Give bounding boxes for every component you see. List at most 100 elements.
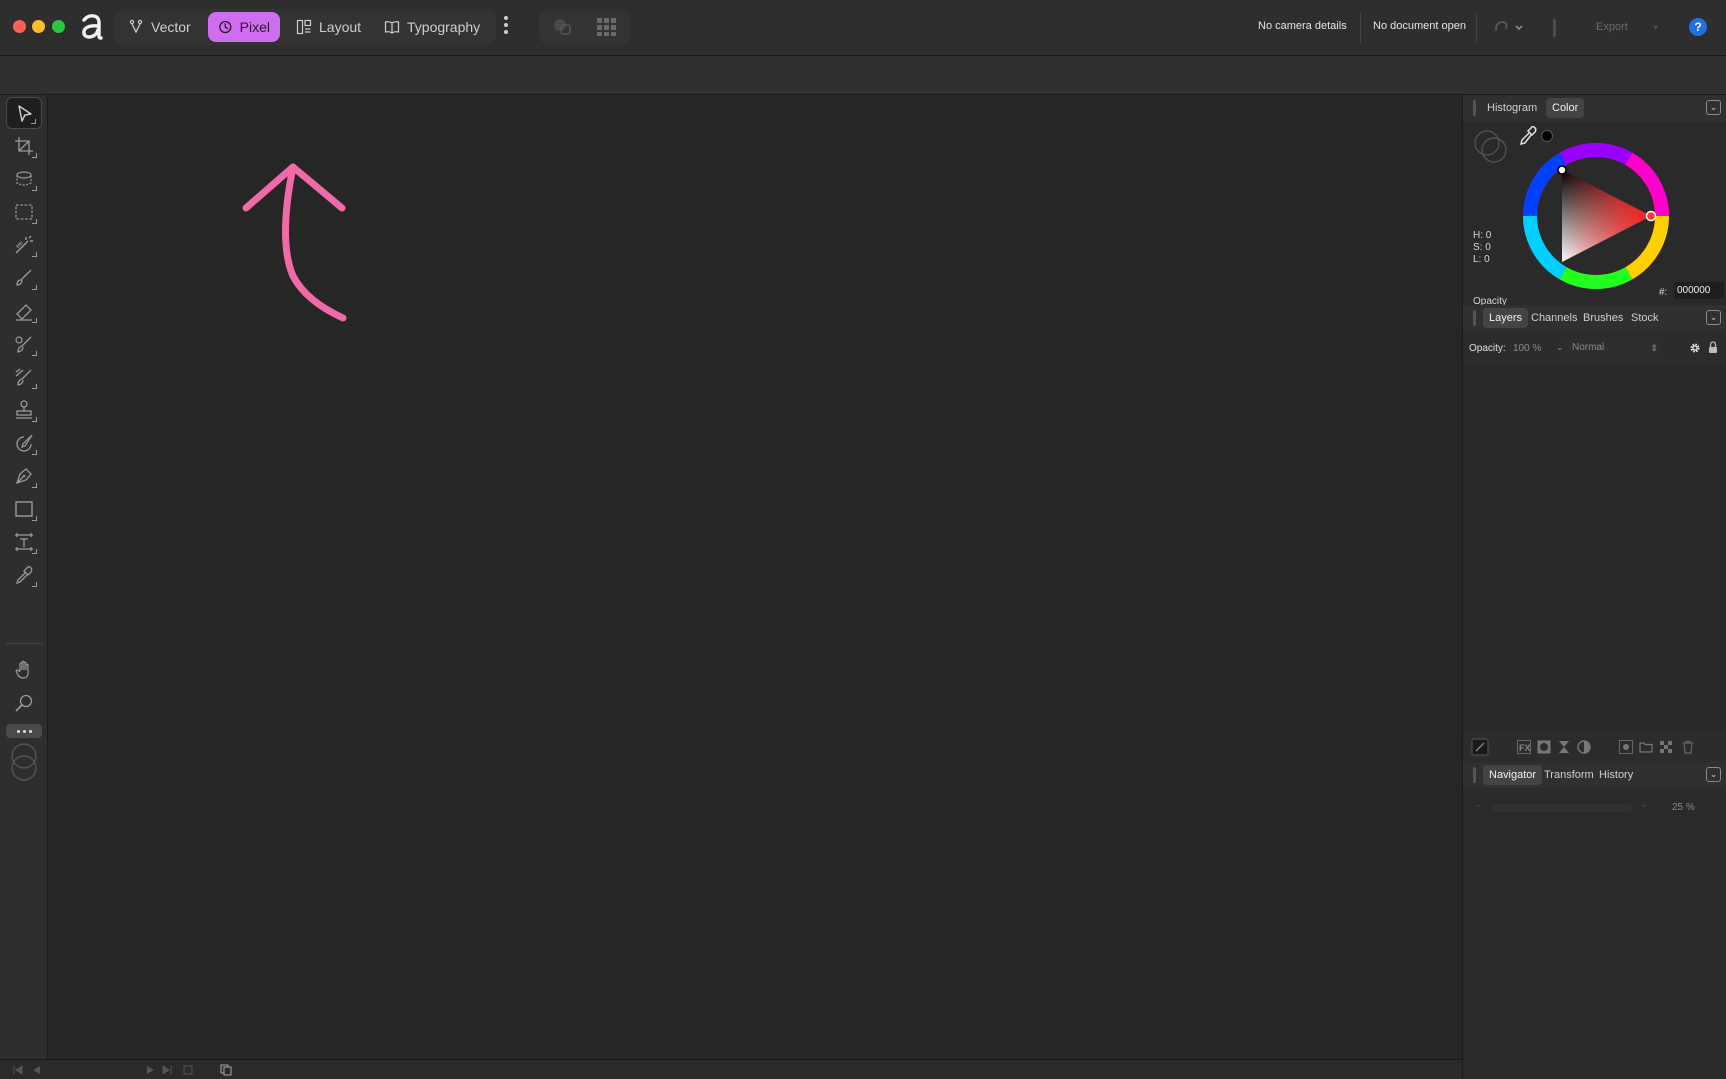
layer-settings-icon[interactable] — [1471, 738, 1489, 756]
tab-navigator[interactable]: Navigator — [1483, 765, 1543, 785]
play-icon[interactable] — [144, 1064, 156, 1076]
dodge-brush-tool[interactable] — [6, 328, 42, 360]
chevron-down-icon[interactable]: ⌄ — [1706, 767, 1721, 782]
color-swatches-icon[interactable] — [8, 743, 40, 783]
saturation-readout: S: 0 — [1473, 242, 1491, 253]
hourglass-icon[interactable] — [1557, 740, 1571, 754]
tab-history[interactable]: History — [1593, 765, 1639, 785]
maximize-window-button[interactable] — [52, 20, 65, 33]
hue-readout: H: 0 — [1473, 230, 1492, 241]
tab-histogram[interactable]: Histogram — [1481, 98, 1543, 118]
adjustment-layer-icon[interactable] — [1577, 740, 1591, 754]
marquee-icon — [15, 204, 33, 220]
panel-grip[interactable] — [1473, 100, 1476, 116]
zoom-out-icon[interactable]: − — [1475, 800, 1481, 812]
layout-grid-icon — [296, 19, 312, 35]
persona-layout-button[interactable]: Layout — [286, 12, 371, 42]
zoom-slider[interactable] — [1493, 804, 1633, 812]
tab-color[interactable]: Color — [1546, 98, 1585, 118]
panel-grip[interactable] — [1473, 310, 1476, 326]
inpainting-brush-tool[interactable] — [6, 427, 42, 459]
status-bar — [0, 1059, 1462, 1079]
zoom-tool[interactable] — [6, 687, 42, 719]
studio-toggle-group — [539, 9, 631, 45]
document-status-text: No document open — [1373, 20, 1466, 32]
snapping-grid-icon[interactable] — [595, 17, 617, 37]
canvas-area[interactable] — [48, 95, 1462, 1059]
hex-input[interactable]: 000000 — [1674, 282, 1724, 299]
export-button[interactable]: Export ▾ — [1562, 14, 1666, 40]
paint-brush-tool[interactable] — [6, 262, 42, 294]
tab-layers[interactable]: Layers — [1483, 308, 1529, 328]
smudge-brush-icon — [15, 368, 32, 386]
gear-icon[interactable] — [1689, 342, 1701, 354]
layer-opacity-value[interactable]: 100 % — [1513, 343, 1541, 354]
assistant-icon[interactable] — [552, 17, 574, 37]
hex-label: #: — [1659, 287, 1668, 298]
color-panel: H: 0 S: 0 L: 0 #: 000000 Opacity ⌄ — [1463, 121, 1726, 327]
selection-brush-tool[interactable] — [6, 163, 42, 195]
affinity-logo-icon[interactable] — [78, 11, 104, 41]
hand-icon — [15, 660, 29, 679]
rectangle-tool[interactable] — [6, 493, 42, 525]
tools-panel — [0, 95, 48, 1059]
tab-channels[interactable]: Channels — [1525, 308, 1583, 328]
chevron-updown-icon: ⇕ — [1650, 343, 1658, 353]
persona-typography-label: Typography — [407, 19, 481, 35]
context-toolbar — [0, 56, 1726, 95]
eyedropper-icon — [15, 566, 33, 585]
blend-mode-select[interactable]: Normal ⇕ — [1566, 338, 1662, 358]
mask-layer-icon[interactable] — [1537, 740, 1551, 754]
marquee-tool[interactable] — [6, 196, 42, 228]
navigator-panel-tabs: Navigator Transform History ⌄ — [1463, 762, 1726, 788]
tools-divider — [6, 643, 42, 644]
add-group-icon[interactable] — [1639, 740, 1653, 754]
zoom-value[interactable]: 25 % — [1672, 802, 1695, 813]
opacity-chevron-icon[interactable]: ⌄ — [1556, 342, 1564, 353]
lock-icon[interactable] — [1708, 341, 1718, 354]
trash-icon[interactable] — [1681, 740, 1695, 754]
tab-transform[interactable]: Transform — [1538, 765, 1600, 785]
more-options-icon[interactable] — [502, 16, 510, 38]
zoom-in-icon[interactable]: + — [1641, 800, 1647, 812]
persona-typography-button[interactable]: Typography — [374, 12, 490, 42]
chevron-down-icon[interactable]: ⌄ — [1706, 100, 1721, 115]
fill-stroke-swatch-icon[interactable] — [1473, 129, 1509, 165]
close-window-button[interactable] — [13, 20, 26, 33]
chevron-down-icon[interactable]: ⌄ — [1706, 310, 1721, 325]
previous-frame-icon[interactable] — [30, 1064, 42, 1076]
move-tool[interactable] — [6, 97, 42, 129]
layers-list[interactable] — [1463, 365, 1726, 731]
undo-history-icon[interactable] — [1492, 18, 1526, 36]
tab-stock[interactable]: Stock — [1625, 308, 1665, 328]
view-tool[interactable] — [6, 654, 42, 686]
help-icon[interactable]: ? — [1689, 18, 1707, 36]
tab-brushes[interactable]: Brushes — [1577, 308, 1629, 328]
smudge-brush-tool[interactable] — [6, 361, 42, 393]
artistic-text-tool[interactable] — [6, 526, 42, 558]
checkerboard-icon[interactable] — [1659, 740, 1673, 754]
crop-tool[interactable] — [6, 130, 42, 162]
flood-select-tool[interactable] — [6, 229, 42, 261]
magnifier-icon — [15, 694, 33, 712]
color-wheel[interactable] — [1521, 141, 1671, 291]
pen-tool[interactable] — [6, 460, 42, 492]
persona-pixel-button[interactable]: Pixel — [208, 12, 280, 42]
blend-mode-value: Normal — [1572, 342, 1605, 353]
minimize-window-button[interactable] — [32, 20, 45, 33]
record-icon[interactable] — [182, 1064, 194, 1076]
more-tools-button[interactable] — [6, 724, 42, 738]
text-frame-icon — [15, 533, 33, 551]
clone-brush-tool[interactable] — [6, 394, 42, 426]
last-frame-icon[interactable] — [161, 1064, 173, 1076]
persona-vector-button[interactable]: Vector — [118, 12, 201, 42]
panel-grip[interactable] — [1473, 767, 1476, 783]
crop-icon — [15, 137, 33, 155]
copy-pages-icon[interactable] — [220, 1064, 232, 1076]
erase-brush-tool[interactable] — [6, 295, 42, 327]
svg-text:FX: FX — [1519, 743, 1531, 753]
fx-icon[interactable]: FX — [1517, 740, 1531, 754]
add-pixel-layer-icon[interactable] — [1619, 740, 1633, 754]
color-picker-tool[interactable] — [6, 559, 42, 591]
first-frame-icon[interactable] — [12, 1064, 24, 1076]
